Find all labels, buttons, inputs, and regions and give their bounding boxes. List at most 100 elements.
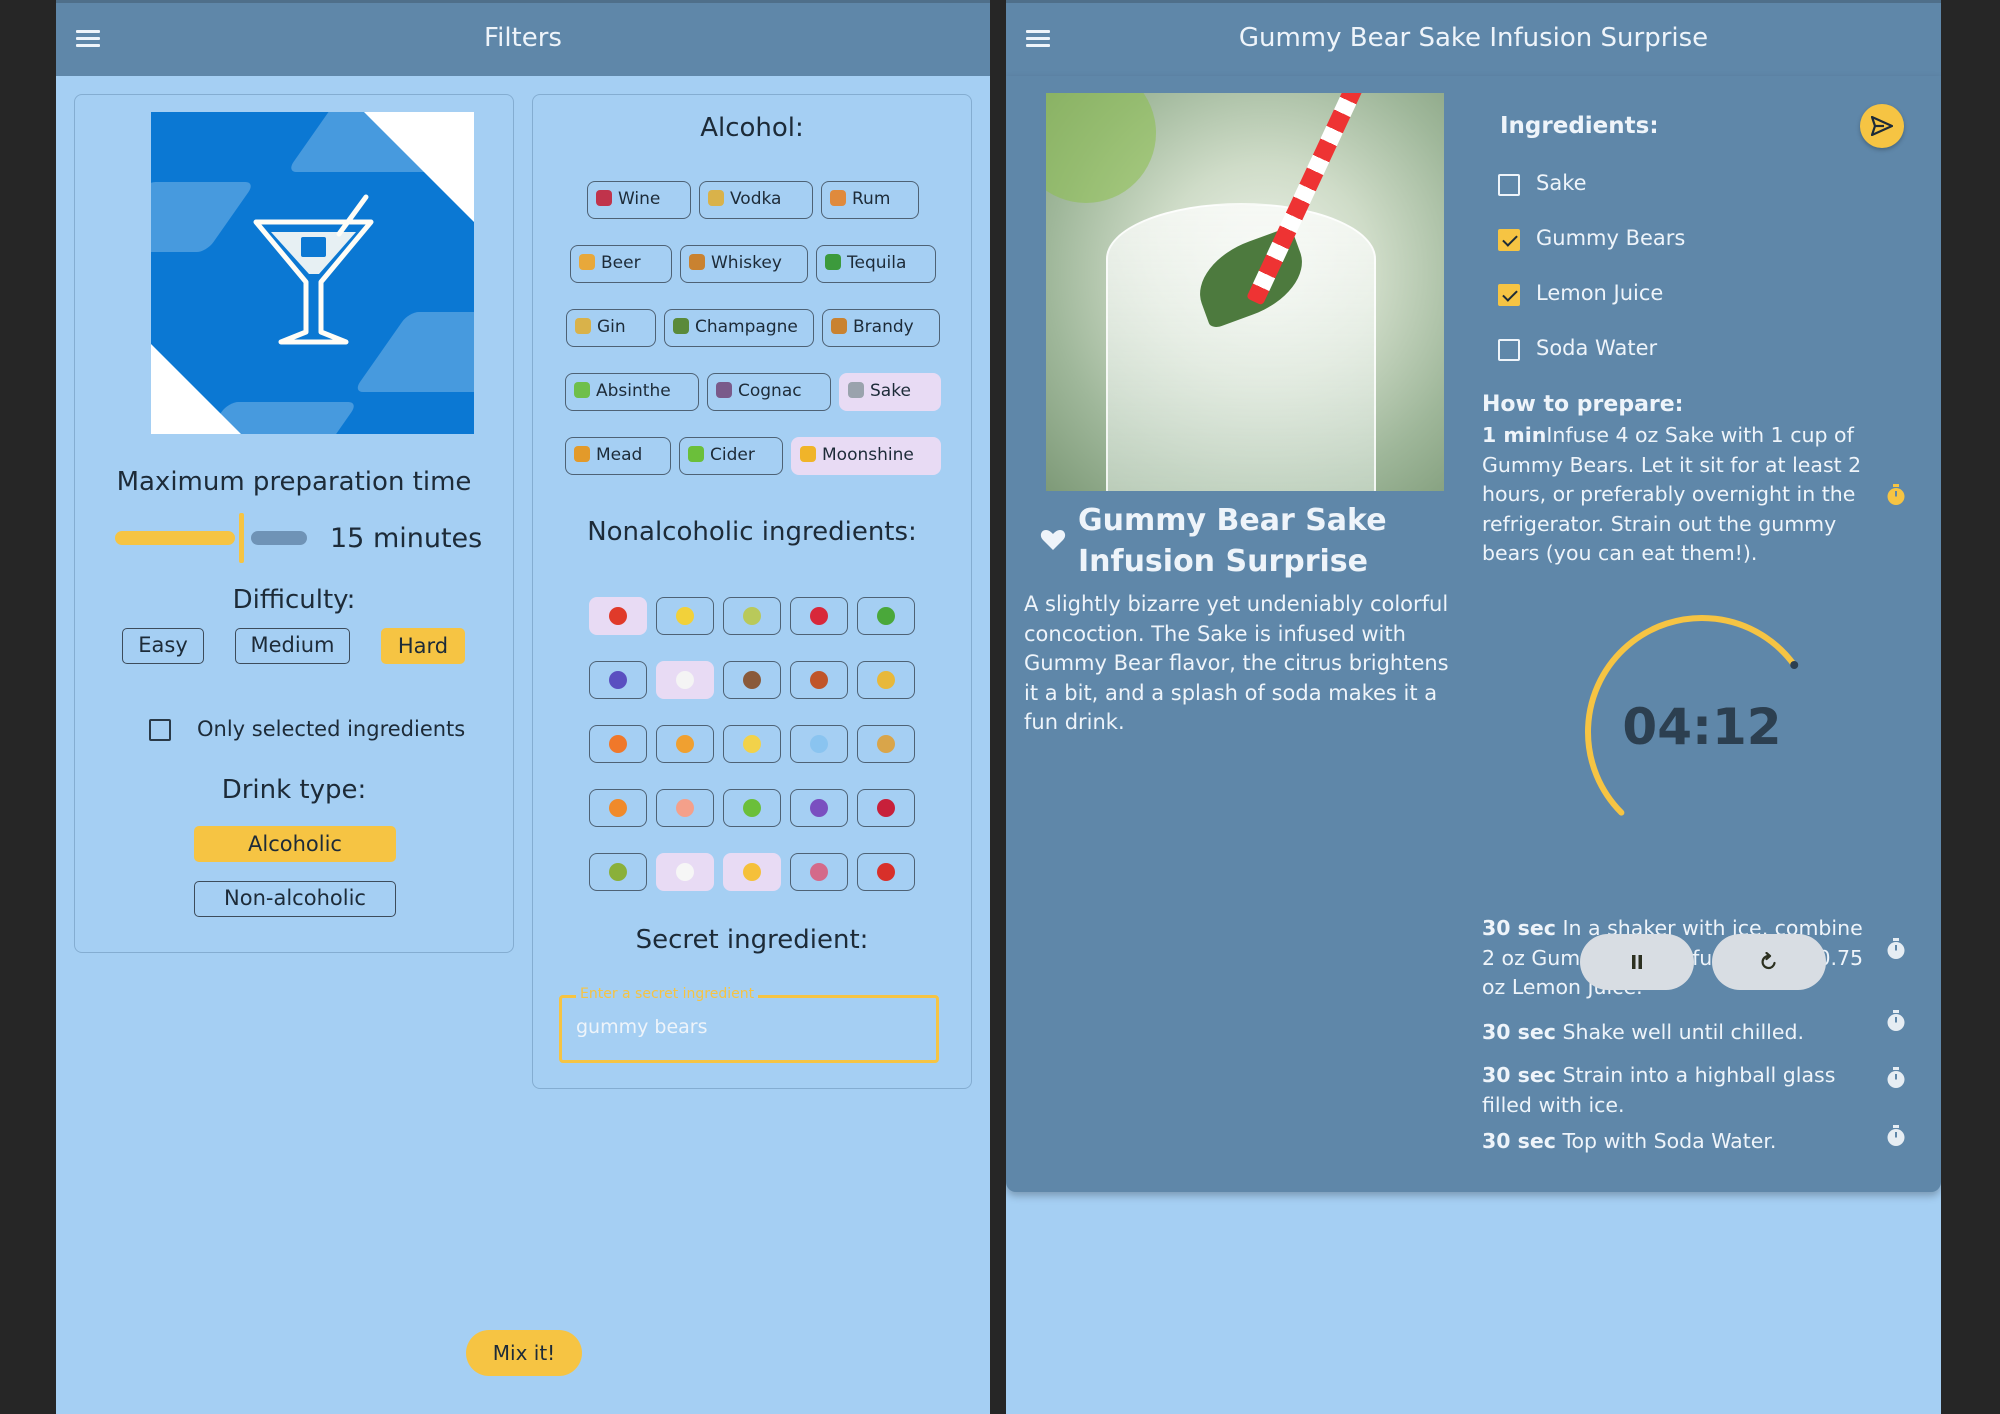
alcohol-chip-label: Beer [601,253,641,273]
lemon-icon [676,607,694,625]
stopwatch-icon[interactable] [1886,484,1906,506]
pause-icon [1632,955,1642,969]
alcohol-chip-cider[interactable]: Cider [679,437,783,475]
alcohol-chip-absinthe[interactable]: Absinthe [565,373,699,411]
ingredient-chip-tomato[interactable] [589,597,647,635]
heart-icon[interactable] [1040,528,1066,552]
stopwatch-icon[interactable] [1886,938,1906,960]
alcohol-chip-label: Vodka [730,189,782,209]
alcohol-chip-label: Brandy [853,317,914,337]
prep-time-label: Maximum preparation time [116,467,472,497]
ingredient-chip-tangerine[interactable] [589,789,647,827]
alcohol-chip-cognac[interactable]: Cognac [707,373,831,411]
bottle-icon [673,318,689,334]
strawberry-icon [810,607,828,625]
ingredient-chip-lemon[interactable] [656,597,714,635]
ingredient-chip-green-apple[interactable] [723,789,781,827]
ingredient-chip-milk[interactable] [656,661,714,699]
alcohol-chip-sake[interactable]: Sake [839,373,941,411]
alcohol-chip-label: Tequila [847,253,907,273]
ingredient-chip-melon[interactable] [723,597,781,635]
stopwatch-icon[interactable] [1886,1067,1906,1089]
ingredients-filter-card: Alcohol: Wine Vodka Rum Beer Whiskey Tequila G… [532,94,972,1089]
ingredient-chip-chili[interactable] [857,853,915,891]
ingredient-chip-kiwi[interactable] [589,853,647,891]
ingredient-chip-banana[interactable] [723,725,781,763]
ice-cube-icon [810,735,828,753]
ingredient-chip-ice-cube[interactable] [790,725,848,763]
ingredient-chip-egg[interactable] [656,853,714,891]
alcohol-chip-wine[interactable]: Wine [587,181,691,219]
ingredient-chip-cucumber[interactable] [857,597,915,635]
filters-screen: Filters Maximum preparation time 15 minu… [56,0,990,1414]
recipe-description: A slightly bizarre yet undeniably colorf… [1024,592,1449,734]
sake-icon [848,382,864,398]
slider-thumb[interactable] [239,513,244,563]
secret-ingredient-field-label: Enter a secret ingredient [576,986,759,1002]
stopwatch-icon[interactable] [1886,1125,1906,1147]
nonalcoholic-label: Nonalcoholic ingredients: [587,517,917,547]
alcohol-chip-tequila[interactable]: Tequila [816,245,936,283]
alcohol-chip-vodka[interactable]: Vodka [699,181,813,219]
only-selected-checkbox[interactable] [149,719,171,741]
ingredient-chip-cherries[interactable] [857,789,915,827]
difficulty-hard-button[interactable]: Hard [381,628,465,664]
ingredient-chip-peach[interactable] [656,789,714,827]
alcohol-chip-whiskey[interactable]: Whiskey [680,245,808,283]
alcohol-chip-label: Sake [870,381,911,401]
pause-button[interactable] [1580,934,1694,990]
prep-step: 30 sec Shake well until chilled. [1482,1018,1882,1048]
recipe-screen: Gummy Bear Sake Infusion Surprise Gummy … [1006,0,1941,1414]
send-button[interactable] [1860,104,1904,148]
ginger-icon [877,735,895,753]
step-duration: 1 min [1482,423,1547,447]
alcohol-chip-label: Moonshine [822,445,914,465]
step-text: Top with Soda Water. [1555,1129,1777,1153]
ingredient-checkbox[interactable] [1498,229,1520,251]
ingredient-chip-grapes[interactable] [790,789,848,827]
drink-type-alcoholic-button[interactable]: Alcoholic [194,826,396,862]
ingredient-chip-ginger[interactable] [857,725,915,763]
ingredient-chip-coconut[interactable] [723,661,781,699]
ingredient-chip-ice-cream[interactable] [790,853,848,891]
alcohol-chip-beer[interactable]: Beer [570,245,672,283]
reset-button[interactable] [1712,934,1826,990]
chili-icon [877,863,895,881]
alcohol-chip-champagne[interactable]: Champagne [664,309,814,347]
ingredient-checkbox[interactable] [1498,284,1520,306]
ingredient-chip-blueberries[interactable] [589,661,647,699]
alcohol-chip-moonshine[interactable]: Moonshine [791,437,941,475]
ingredient-chip-pineapple[interactable] [857,661,915,699]
ingredient-chip-orange[interactable] [589,725,647,763]
difficulty-medium-button[interactable]: Medium [235,628,350,664]
honey-pot-icon [574,446,590,462]
ingredient-checkbox[interactable] [1498,174,1520,196]
cactus-icon [825,254,841,270]
ingredient-chip-mango[interactable] [656,725,714,763]
ingredient-chip-strawberry[interactable] [790,597,848,635]
tumbler-icon [689,254,705,270]
prep-step: 30 sec Top with Soda Water. [1482,1127,1882,1157]
alcohol-chip-brandy[interactable]: Brandy [822,309,940,347]
ingredient-name: Sake [1536,171,1587,195]
alcohol-chip-gin[interactable]: Gin [566,309,656,347]
difficulty-easy-button[interactable]: Easy [122,628,204,664]
ingredient-name: Gummy Bears [1536,226,1686,250]
ingredient-chip-chestnut[interactable] [790,661,848,699]
alcohol-chip-mead[interactable]: Mead [565,437,671,475]
prep-time-slider[interactable] [115,513,315,563]
app-logo [151,112,474,434]
ingredient-name: Soda Water [1536,336,1658,360]
alcohol-chip-rum[interactable]: Rum [821,181,919,219]
tomato-icon [609,607,627,625]
ingredient-chip-cheese[interactable] [723,853,781,891]
timer-progress-knob [1790,660,1799,669]
pineapple-icon [877,671,895,689]
ingredient-checkbox[interactable] [1498,339,1520,361]
secret-ingredient-input[interactable] [576,1016,916,1038]
cherries-icon [877,799,895,817]
secret-ingredient-field[interactable]: Enter a secret ingredient [559,986,939,1063]
drink-type-nonalcoholic-button[interactable]: Non-alcoholic [194,881,396,917]
stopwatch-icon[interactable] [1886,1010,1906,1032]
mix-it-button[interactable]: Mix it! [466,1330,582,1376]
